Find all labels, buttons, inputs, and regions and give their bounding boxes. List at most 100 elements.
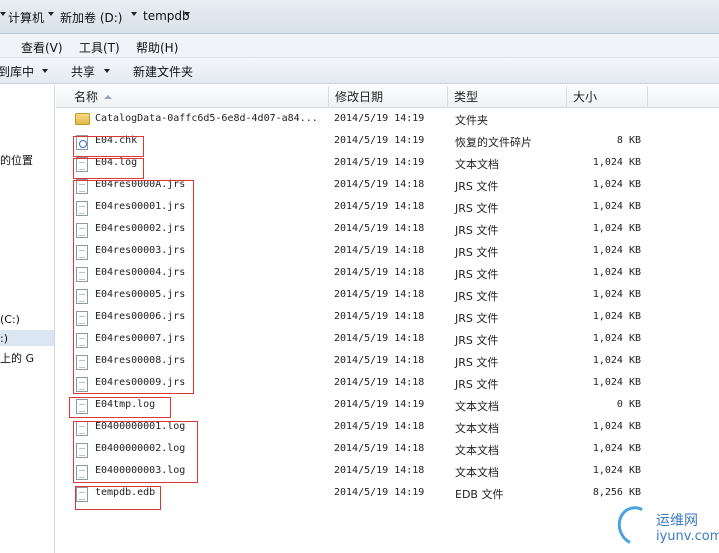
file-row[interactable]: E04res00002.jrs 2014/5/19 14:18 JRS 文件 1,02… xyxy=(56,218,719,240)
file-size: 1,024 KB xyxy=(592,201,641,212)
chevron-down-icon[interactable] xyxy=(184,12,190,16)
menu-view[interactable]: 查看(V) xyxy=(21,39,63,56)
file-row[interactable]: CatalogData-0affc6d5-6e8d-4d07-a84... 201… xyxy=(56,108,719,130)
file-type: JRS 文件 xyxy=(455,202,499,215)
file-row[interactable]: E04res00008.jrs 2014/5/19 14:18 JRS 文件 1,02… xyxy=(56,350,719,372)
address-bar[interactable]: 计算机 新加卷 (D:) tempdb xyxy=(0,0,719,34)
share-button[interactable]: 共享 xyxy=(71,63,95,80)
file-name: E04.chk xyxy=(95,135,138,146)
file-date: 2014/5/19 14:19 xyxy=(334,399,425,410)
menu-edit-partial[interactable]: ) xyxy=(0,39,1,53)
command-toolbar: 到库中 共享 新建文件夹 xyxy=(0,58,719,84)
chevron-down-icon[interactable] xyxy=(104,69,110,73)
file-size: 1,024 KB xyxy=(592,245,641,256)
chevron-down-icon[interactable] xyxy=(42,69,48,73)
file-icon xyxy=(76,201,88,216)
folder-icon xyxy=(75,113,90,125)
navigation-pane[interactable]: 的位置 (C:) :) 上的 G xyxy=(0,85,55,553)
nav-item-locations[interactable]: 的位置 xyxy=(0,152,33,168)
file-row[interactable]: E0400000003.log 2014/5/19 14:18 文本文档 1,024 … xyxy=(56,460,719,482)
menu-bar: ) 查看(V) 工具(T) 帮助(H) xyxy=(0,34,719,58)
file-type: 文本文档 xyxy=(455,158,499,171)
file-size: 8 KB xyxy=(616,135,641,146)
file-name: E04res00001.jrs xyxy=(95,201,186,212)
file-size: 1,024 KB xyxy=(592,179,641,190)
column-date-modified[interactable]: 修改日期 xyxy=(329,86,448,108)
file-size: 1,024 KB xyxy=(592,333,641,344)
file-type: JRS 文件 xyxy=(455,268,499,281)
file-row[interactable]: E04res00007.jrs 2014/5/19 14:18 JRS 文件 1,02… xyxy=(56,328,719,350)
file-row[interactable]: E04.log 2014/5/19 14:19 文本文档 1,024 KB xyxy=(56,152,719,174)
file-type: JRS 文件 xyxy=(455,224,499,237)
sort-ascending-icon xyxy=(104,95,112,99)
file-date: 2014/5/19 14:18 xyxy=(334,289,425,300)
nav-item-network-g[interactable]: 上的 G xyxy=(0,350,34,366)
file-name: E04res00009.jrs xyxy=(95,377,186,388)
file-type: JRS 文件 xyxy=(455,356,499,369)
file-icon xyxy=(76,223,88,238)
file-name: E04res00003.jrs xyxy=(95,245,186,256)
file-row[interactable]: E04res00001.jrs 2014/5/19 14:18 JRS 文件 1,02… xyxy=(56,196,719,218)
file-name: E0400000002.log xyxy=(95,443,186,454)
file-icon xyxy=(76,333,88,348)
breadcrumb-computer[interactable]: 计算机 xyxy=(8,9,44,26)
column-size[interactable]: 大小 xyxy=(567,86,648,108)
text-file-icon xyxy=(76,399,88,414)
breadcrumb-tempdb[interactable]: tempdb xyxy=(143,9,190,23)
file-name: E04res00007.jrs xyxy=(95,333,186,344)
file-size: 1,024 KB xyxy=(592,267,641,278)
file-date: 2014/5/19 14:19 xyxy=(334,135,425,146)
nav-item-drive-d[interactable]: :) xyxy=(0,332,8,345)
file-icon xyxy=(76,487,88,502)
file-row[interactable]: E04res0000A.jrs 2014/5/19 14:18 JRS 文件 1,02… xyxy=(56,174,719,196)
nav-item-drive-c[interactable]: (C:) xyxy=(0,313,20,326)
chk-file-icon xyxy=(76,135,88,150)
file-size: 1,024 KB xyxy=(592,355,641,366)
file-row[interactable]: E04res00006.jrs 2014/5/19 14:18 JRS 文件 1,02… xyxy=(56,306,719,328)
file-name: E0400000003.log xyxy=(95,465,186,476)
file-type: JRS 文件 xyxy=(455,312,499,325)
file-date: 2014/5/19 14:18 xyxy=(334,465,425,476)
file-name: E04res00002.jrs xyxy=(95,223,186,234)
file-row[interactable]: E04tmp.log 2014/5/19 14:19 文本文档 0 KB xyxy=(56,394,719,416)
file-name: E04.log xyxy=(95,157,138,168)
file-size: 8,256 KB xyxy=(592,487,641,498)
column-name[interactable]: 名称 xyxy=(56,86,329,108)
file-date: 2014/5/19 14:19 xyxy=(334,113,425,124)
file-row[interactable]: E0400000002.log 2014/5/19 14:18 文本文档 1,024 … xyxy=(56,438,719,460)
file-size: 1,024 KB xyxy=(592,465,641,476)
menu-tools[interactable]: 工具(T) xyxy=(79,39,120,56)
watermark-url: iyunv.com xyxy=(656,529,719,544)
file-row[interactable]: E04res00005.jrs 2014/5/19 14:18 JRS 文件 1,02… xyxy=(56,284,719,306)
file-date: 2014/5/19 14:18 xyxy=(334,201,425,212)
file-date: 2014/5/19 14:18 xyxy=(334,377,425,388)
file-row[interactable]: E04.chk 2014/5/19 14:19 恢复的文件碎片 8 KB xyxy=(56,130,719,152)
chevron-down-icon[interactable] xyxy=(48,12,54,16)
column-type[interactable]: 类型 xyxy=(448,86,567,108)
menu-help[interactable]: 帮助(H) xyxy=(136,39,178,56)
new-folder-button[interactable]: 新建文件夹 xyxy=(133,63,193,80)
file-name: E04res00005.jrs xyxy=(95,289,186,300)
file-type: JRS 文件 xyxy=(455,290,499,303)
watermark-logo: 运维网 iyunv.com xyxy=(612,500,719,553)
file-row[interactable]: E0400000001.log 2014/5/19 14:18 文本文档 1,024 … xyxy=(56,416,719,438)
file-row[interactable]: E04res00003.jrs 2014/5/19 14:18 JRS 文件 1,02… xyxy=(56,240,719,262)
chevron-down-icon[interactable] xyxy=(131,12,137,16)
breadcrumb-drive-d[interactable]: 新加卷 (D:) xyxy=(60,9,122,26)
file-name: E0400000001.log xyxy=(95,421,186,432)
file-date: 2014/5/19 14:18 xyxy=(334,421,425,432)
file-type: 文件夹 xyxy=(455,114,488,127)
file-date: 2014/5/19 14:18 xyxy=(334,311,425,322)
include-in-library-button[interactable]: 到库中 xyxy=(0,63,34,80)
file-row[interactable]: E04res00004.jrs 2014/5/19 14:18 JRS 文件 1,02… xyxy=(56,262,719,284)
file-row[interactable]: E04res00009.jrs 2014/5/19 14:18 JRS 文件 1,02… xyxy=(56,372,719,394)
file-date: 2014/5/19 14:19 xyxy=(334,487,425,498)
file-icon xyxy=(76,245,88,260)
file-date: 2014/5/19 14:18 xyxy=(334,267,425,278)
chevron-down-icon[interactable] xyxy=(0,12,6,16)
file-type: JRS 文件 xyxy=(455,378,499,391)
file-size: 1,024 KB xyxy=(592,157,641,168)
watermark-text: 运维网 xyxy=(656,513,698,529)
nav-item-selected-highlight xyxy=(0,330,54,346)
file-size: 1,024 KB xyxy=(592,311,641,322)
